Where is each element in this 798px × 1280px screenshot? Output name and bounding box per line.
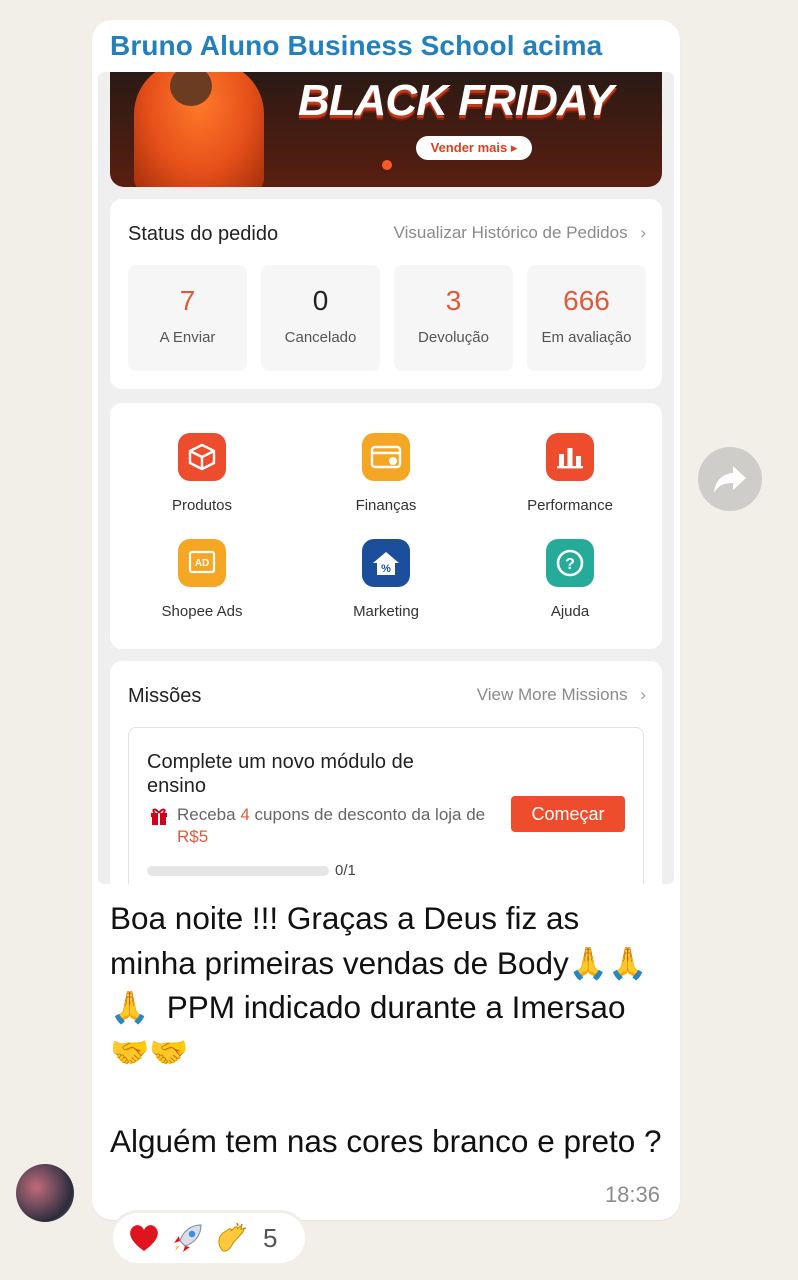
chevron-right-icon: ›	[640, 685, 646, 704]
svg-text:%: %	[381, 563, 391, 575]
order-status-card: Status do pedido Visualizar Histórico de…	[110, 199, 662, 389]
stat-label: Em avaliação	[541, 329, 632, 346]
mission-title: Complete um novo módulo de ensino	[147, 751, 414, 797]
more-missions-label: View More Missions	[476, 685, 628, 704]
discount-house-icon: %	[362, 539, 410, 587]
clapping-hands-icon	[215, 1221, 249, 1255]
tool-label: Ajuda	[550, 603, 590, 620]
stat-reviews: 666 Em avaliação	[527, 265, 646, 371]
message-timestamp: 18:36	[604, 1182, 660, 1207]
stat-returns: 3 Devolução	[394, 265, 513, 371]
reactions-pill[interactable]: 5	[110, 1210, 308, 1266]
mission-item: Complete um novo módulo de ensino Receba…	[128, 727, 644, 884]
banner-button: Vender mais ▸	[416, 136, 532, 160]
tool-performance: Performance	[495, 433, 645, 514]
stat-to-ship: 7 A Enviar	[128, 265, 247, 371]
tool-financas: Finanças	[311, 433, 461, 514]
mission-description: Receba 4 cupons de desconto da loja de R…	[177, 804, 487, 848]
wallet-icon	[362, 433, 410, 481]
mission-progress-bar	[147, 866, 329, 876]
rocket-icon	[171, 1221, 205, 1255]
tool-produtos: Produtos	[127, 433, 277, 514]
stat-label: Devolução	[418, 329, 489, 346]
message-text: Boa noite !!! Graças a Deus fiz as minha…	[110, 900, 662, 1159]
reaction-count: 5	[263, 1222, 278, 1253]
message-bubble[interactable]: Bruno Aluno Business School acima BLACK …	[92, 20, 680, 1220]
missions-card: Missões View More Missions › Complete um…	[110, 661, 662, 884]
tool-ajuda: ? Ajuda	[495, 539, 645, 620]
desc-amount: R$5	[177, 827, 209, 846]
bar-chart-icon	[546, 433, 594, 481]
tool-label: Marketing	[353, 603, 419, 620]
mission-progress-label: 0/1	[335, 862, 356, 879]
tool-label: Finanças	[355, 497, 417, 514]
black-friday-banner: BLACK FRIDAY Vender mais ▸	[110, 72, 662, 187]
stat-value: 0	[312, 285, 329, 316]
stat-value: 666	[563, 285, 610, 316]
order-status-title: Status do pedido	[128, 223, 279, 245]
stat-label: Cancelado	[284, 329, 357, 346]
box-icon	[178, 433, 226, 481]
desc-middle: cupons de desconto da loja de	[249, 805, 486, 824]
ad-icon: AD	[178, 539, 226, 587]
start-mission-button: Começar	[511, 796, 625, 832]
forward-arrow-icon	[714, 466, 746, 493]
missions-title: Missões	[128, 685, 202, 707]
heart-icon	[127, 1221, 161, 1255]
sender-name[interactable]: Bruno Aluno Business School acima	[110, 30, 602, 62]
stat-label: A Enviar	[159, 329, 216, 346]
sender-avatar[interactable]	[16, 1164, 74, 1222]
gift-icon	[151, 808, 167, 825]
svg-text:AD: AD	[195, 558, 209, 569]
desc-prefix: Receba	[177, 805, 241, 824]
help-icon: ?	[546, 539, 594, 587]
stat-value: 7	[179, 285, 196, 316]
shared-screenshot[interactable]: BLACK FRIDAY Vender mais ▸ Status do ped…	[98, 72, 674, 884]
tool-label: Shopee Ads	[161, 603, 243, 620]
svg-text:?: ?	[565, 556, 575, 573]
tools-card: Produtos Finanças Performance AD Shopee …	[110, 403, 662, 649]
order-history-link: Visualizar Histórico de Pedidos ›	[394, 223, 646, 243]
more-missions-link: View More Missions ›	[477, 685, 646, 705]
carousel-dot	[382, 160, 392, 170]
stat-value: 3	[445, 285, 462, 316]
order-history-link-label: Visualizar Histórico de Pedidos	[393, 223, 628, 242]
tool-label: Performance	[527, 497, 613, 514]
forward-button[interactable]	[698, 447, 762, 511]
tool-shopee-ads: AD Shopee Ads	[127, 539, 277, 620]
chevron-right-icon: ›	[640, 223, 646, 242]
desc-count: 4	[240, 805, 250, 824]
tool-label: Produtos	[171, 497, 233, 514]
banner-title: BLACK FRIDAY	[298, 76, 614, 125]
stat-cancelled: 0 Cancelado	[261, 265, 380, 371]
tool-marketing: % Marketing	[311, 539, 461, 620]
